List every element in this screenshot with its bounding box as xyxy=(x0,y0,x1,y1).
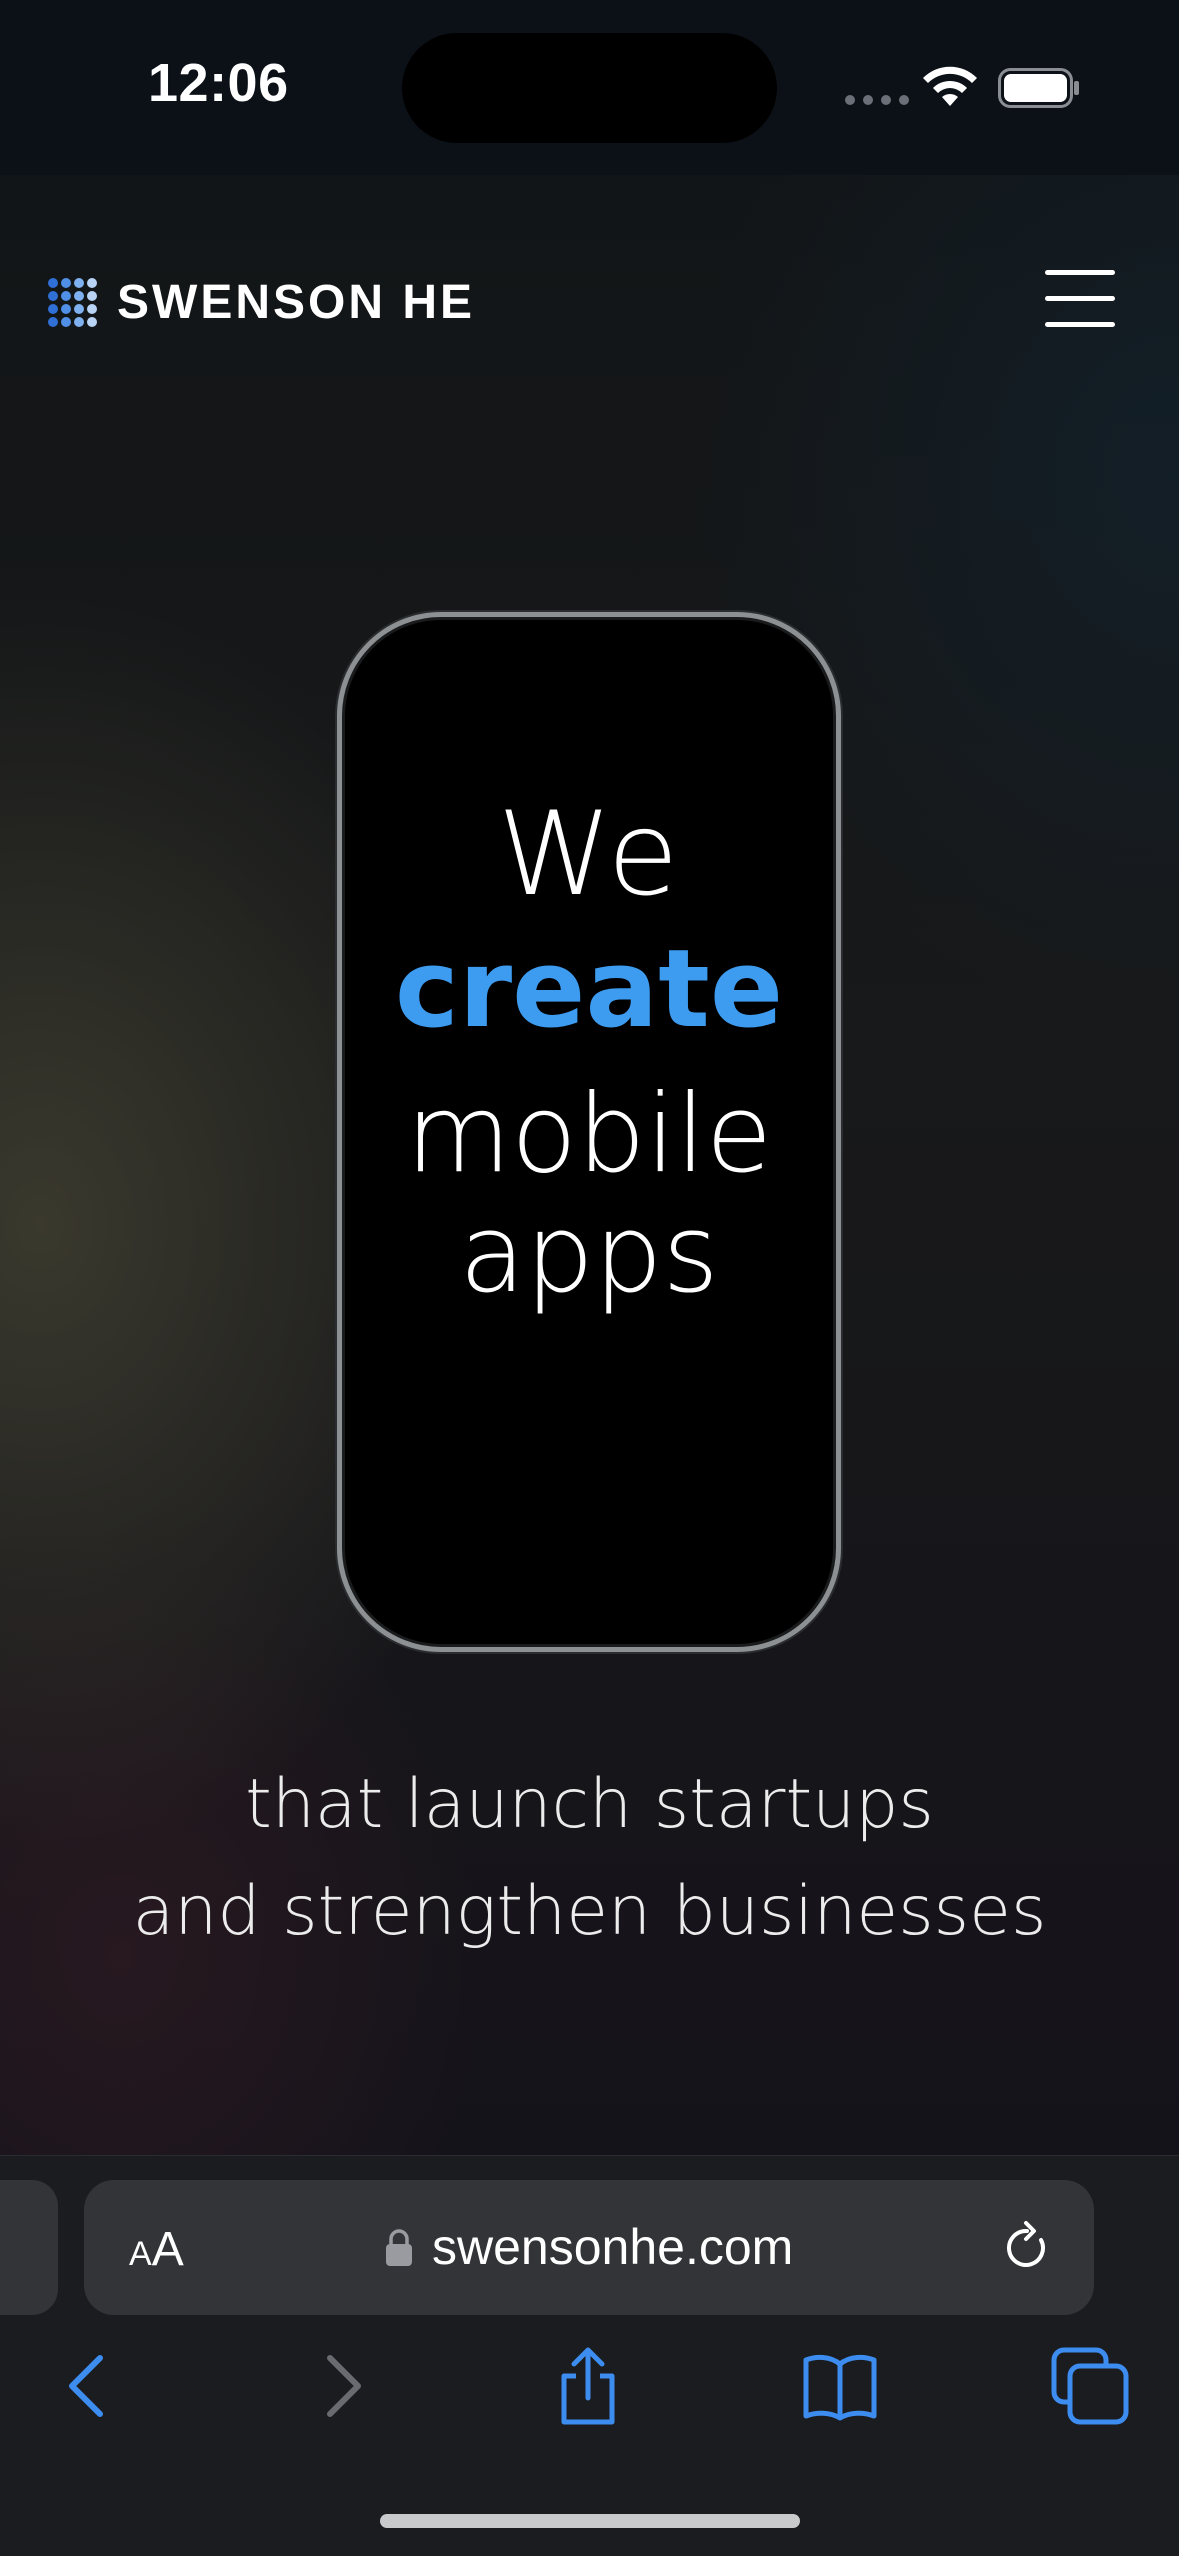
bookmarks-icon[interactable] xyxy=(800,2346,880,2426)
cellular-signal-icon xyxy=(845,95,909,105)
logo-dot xyxy=(48,278,58,288)
previous-tab-preview[interactable] xyxy=(0,2180,58,2315)
logo-dot xyxy=(61,291,71,301)
logo-dot xyxy=(74,317,84,327)
tagline-line-2: and strengthen businesses xyxy=(132,1872,1047,1951)
reload-icon[interactable] xyxy=(999,2220,1055,2276)
hero-word-apps: apps xyxy=(459,1192,719,1317)
logo-dot xyxy=(74,304,84,314)
home-indicator[interactable] xyxy=(380,2514,800,2528)
tabs-icon[interactable] xyxy=(1050,2346,1130,2426)
phone-mockup: We create mobile apps xyxy=(337,612,841,1652)
logo-mark-icon xyxy=(48,278,97,327)
browser-toolbar: AA swensonhe.com xyxy=(0,2155,1179,2556)
status-time: 12:06 xyxy=(148,53,289,113)
lock-icon xyxy=(386,2229,412,2266)
logo-dot xyxy=(48,304,58,314)
battery-icon xyxy=(998,68,1079,108)
logo-dot xyxy=(61,317,71,327)
tagline-line-1: that launch startups xyxy=(245,1765,934,1844)
dynamic-island xyxy=(402,33,777,143)
wifi-icon xyxy=(923,66,977,106)
forward-icon[interactable] xyxy=(302,2346,382,2426)
url-text: swensonhe.com xyxy=(432,2219,794,2275)
logo-dot xyxy=(74,291,84,301)
reader-settings-button[interactable]: AA xyxy=(129,2222,184,2277)
address-bar[interactable]: AA swensonhe.com xyxy=(84,2180,1094,2315)
logo-dot xyxy=(61,278,71,288)
site-logo[interactable]: SWENSON HE xyxy=(48,275,475,330)
logo-dot xyxy=(48,291,58,301)
logo-dot xyxy=(74,278,84,288)
web-page: SWENSON HE We create mobile apps that la… xyxy=(0,175,1179,2155)
logo-dot xyxy=(48,317,58,327)
back-icon[interactable] xyxy=(48,2346,128,2426)
logo-dot xyxy=(87,291,97,301)
logo-dot xyxy=(87,304,97,314)
hero-word-create: create xyxy=(394,927,784,1052)
hamburger-menu-button[interactable] xyxy=(1040,265,1120,333)
hero-word-we: We xyxy=(497,787,681,922)
status-bar: 12:06 xyxy=(0,0,1179,175)
logo-dot xyxy=(61,304,71,314)
logo-dot xyxy=(87,278,97,288)
share-icon[interactable] xyxy=(548,2346,628,2426)
logo-dot xyxy=(87,317,97,327)
logo-text: SWENSON HE xyxy=(117,276,476,329)
hero-word-mobile: mobile xyxy=(405,1072,773,1197)
